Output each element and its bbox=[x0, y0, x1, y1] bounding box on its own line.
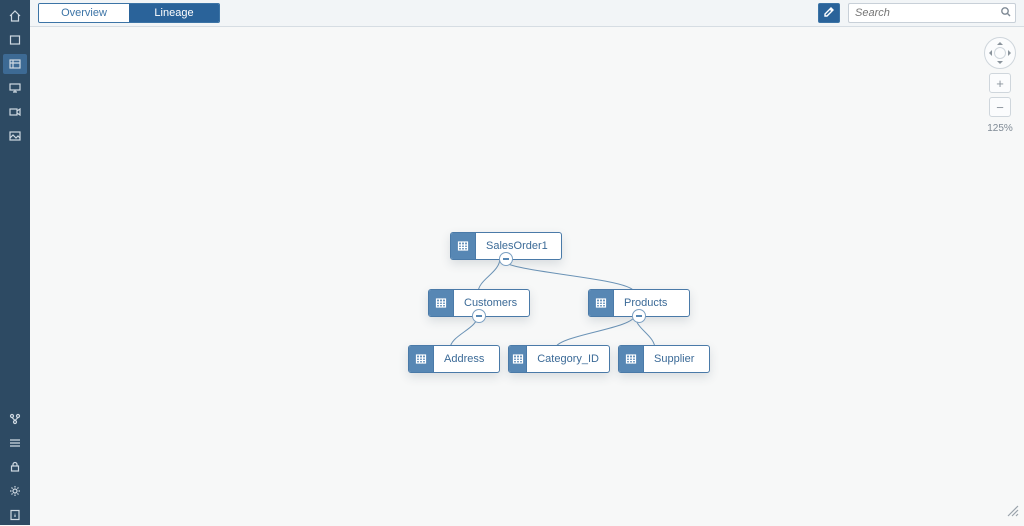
node-label: Products bbox=[614, 290, 677, 316]
video-icon[interactable] bbox=[3, 102, 27, 122]
node-salesorder1[interactable]: SalesOrder1 bbox=[450, 232, 562, 260]
stack-icon[interactable] bbox=[3, 433, 27, 453]
main-area: Overview Lineage bbox=[30, 0, 1024, 525]
monitor-icon[interactable] bbox=[3, 78, 27, 98]
table-icon bbox=[589, 290, 614, 316]
zoom-in-button[interactable]: + bbox=[989, 73, 1011, 93]
node-customers[interactable]: Customers bbox=[428, 289, 530, 317]
zoom-level-label: 125% bbox=[987, 123, 1013, 134]
table-icon bbox=[619, 346, 644, 372]
node-products[interactable]: Products bbox=[588, 289, 690, 317]
node-supplier[interactable]: Supplier bbox=[618, 345, 710, 373]
home-icon[interactable] bbox=[3, 6, 27, 26]
flow-icon[interactable] bbox=[3, 409, 27, 429]
pan-down-icon[interactable] bbox=[997, 61, 1003, 67]
resize-handle-icon[interactable] bbox=[1006, 504, 1020, 521]
search-box bbox=[848, 3, 1016, 23]
search-input[interactable] bbox=[848, 3, 1016, 23]
collapse-toggle-icon[interactable] bbox=[499, 252, 513, 266]
zoom-controls: + − 125% bbox=[984, 37, 1016, 134]
edit-config-button[interactable] bbox=[818, 3, 840, 23]
node-category-id[interactable]: Category_ID bbox=[508, 345, 610, 373]
pan-right-icon[interactable] bbox=[1008, 50, 1014, 56]
node-label: SalesOrder1 bbox=[476, 233, 558, 259]
node-label: Address bbox=[434, 346, 494, 372]
cube-icon[interactable] bbox=[3, 54, 27, 74]
node-label: Supplier bbox=[644, 346, 704, 372]
lineage-edges bbox=[30, 27, 1024, 526]
tab-overview[interactable]: Overview bbox=[39, 4, 129, 22]
edit-config-icon bbox=[823, 6, 835, 21]
lineage-canvas[interactable]: SalesOrder1 Customers Products Address bbox=[30, 27, 1024, 525]
node-label: Customers bbox=[454, 290, 527, 316]
table-icon bbox=[409, 346, 434, 372]
pan-up-icon[interactable] bbox=[997, 39, 1003, 45]
node-address[interactable]: Address bbox=[408, 345, 500, 373]
left-nav-rail bbox=[0, 0, 30, 525]
table-icon bbox=[509, 346, 527, 372]
lock-icon[interactable] bbox=[3, 457, 27, 477]
image-icon[interactable] bbox=[3, 126, 27, 146]
zoom-out-button[interactable]: − bbox=[989, 97, 1011, 117]
collapse-toggle-icon[interactable] bbox=[632, 309, 646, 323]
gear-icon[interactable] bbox=[3, 481, 27, 501]
tab-lineage[interactable]: Lineage bbox=[129, 4, 219, 22]
node-label: Category_ID bbox=[527, 346, 609, 372]
top-bar: Overview Lineage bbox=[30, 0, 1024, 27]
view-tabs: Overview Lineage bbox=[38, 3, 220, 23]
pan-left-icon[interactable] bbox=[986, 50, 992, 56]
dataset-icon[interactable] bbox=[3, 30, 27, 50]
info-icon[interactable] bbox=[3, 505, 27, 525]
collapse-toggle-icon[interactable] bbox=[472, 309, 486, 323]
table-icon bbox=[429, 290, 454, 316]
pan-dpad[interactable] bbox=[984, 37, 1016, 69]
table-icon bbox=[451, 233, 476, 259]
